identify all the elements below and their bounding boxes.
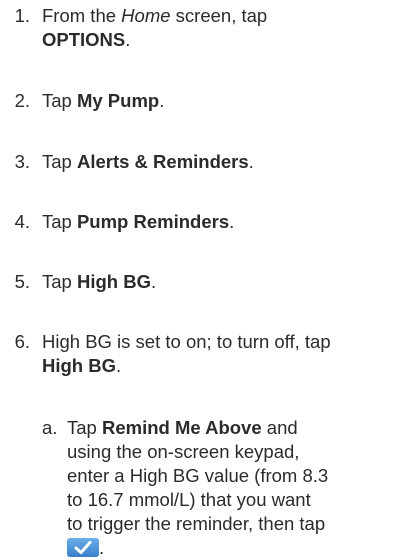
step-text-line: to 16.7 mmol/L) that you want bbox=[67, 489, 311, 510]
step-text-part: Tap bbox=[67, 417, 102, 438]
pump-reminders-label: Pump Reminders bbox=[76, 211, 230, 232]
step-period: . bbox=[248, 151, 254, 172]
step-text-part: Tap bbox=[42, 211, 77, 232]
step-text: From the Home screen, tap OPTIONS. bbox=[42, 4, 410, 52]
step-number: 2. bbox=[14, 90, 30, 111]
step-text-part: Tap bbox=[42, 90, 77, 111]
step-text: Tap Pump Reminders. bbox=[42, 210, 410, 234]
step-text-line: using the on-screen keypad, bbox=[67, 441, 300, 462]
step-period: . bbox=[229, 211, 235, 232]
step-text-part: and bbox=[261, 417, 298, 438]
step-number: 3. bbox=[14, 151, 30, 172]
step-number: 1. bbox=[14, 5, 30, 26]
step-number: 4. bbox=[14, 211, 30, 232]
step-text-line: to trigger the reminder, then tap bbox=[67, 513, 326, 534]
step-text: Tap High BG. bbox=[42, 270, 410, 294]
high-bg-label: High BG bbox=[76, 271, 151, 292]
step-period: . bbox=[99, 537, 105, 558]
substep-letter: a. bbox=[42, 417, 58, 438]
step-text-line: High BG is set to on; to turn off, tap bbox=[42, 331, 331, 352]
options-label: OPTIONS bbox=[42, 29, 126, 50]
step-text-part: screen, tap bbox=[170, 5, 268, 26]
step-text-part: Tap bbox=[42, 271, 77, 292]
alerts-reminders-label: Alerts & Reminders bbox=[76, 151, 249, 172]
remind-me-above-label: Remind Me Above bbox=[101, 417, 262, 438]
check-button-icon bbox=[67, 538, 99, 557]
step-period: . bbox=[150, 271, 157, 292]
home-screen-ref: Home bbox=[121, 5, 171, 26]
step-text: High BG is set to on; to turn off, tap H… bbox=[42, 330, 410, 378]
step-number: 5. bbox=[14, 271, 30, 292]
step-text: Tap Alerts & Reminders. bbox=[42, 150, 410, 174]
step-period: . bbox=[125, 29, 131, 50]
my-pump-label: My Pump bbox=[76, 90, 160, 111]
substep-text: Tap Remind Me Above and using the on-scr… bbox=[67, 416, 410, 560]
step-period: . bbox=[116, 355, 122, 376]
step-period: . bbox=[159, 90, 165, 111]
step-text-line: enter a High BG value (from 8.3 bbox=[67, 465, 329, 486]
step-number: 6. bbox=[14, 331, 30, 352]
checkmark-icon bbox=[74, 541, 92, 554]
step-text-part: From the bbox=[42, 5, 122, 26]
step-text-part: Tap bbox=[42, 151, 77, 172]
step-text: Tap My Pump. bbox=[42, 89, 410, 113]
high-bg-label: High BG bbox=[42, 355, 116, 376]
